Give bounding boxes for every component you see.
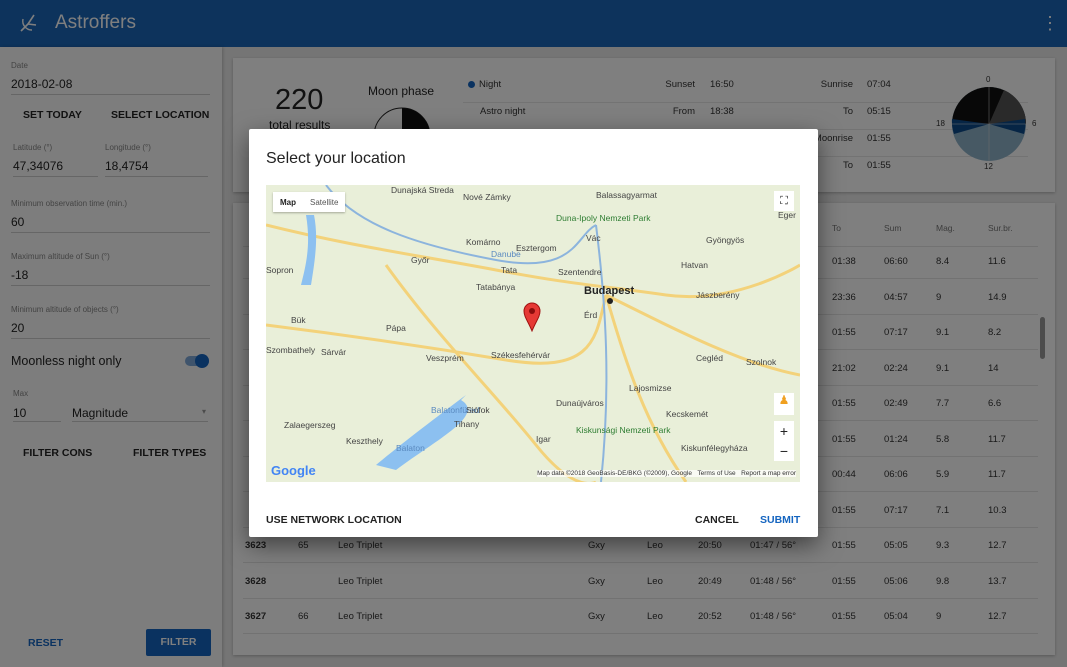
map-place-label: Nové Zámky	[463, 192, 511, 202]
map-place-label: Sárvár	[321, 347, 347, 357]
map-place-label: Szolnok	[746, 357, 777, 367]
map-place-label: Siófok	[466, 405, 490, 415]
map-place-label: Jászberény	[696, 290, 740, 300]
map-place-label: Tatabánya	[476, 282, 516, 292]
map-place-label: Érd	[584, 310, 598, 320]
map-place-label: Balaton	[396, 443, 425, 453]
map-place-label: Danube	[491, 249, 521, 259]
map-place-label: Igar	[536, 434, 551, 444]
fullscreen-icon[interactable]: ⛶	[774, 191, 794, 211]
attribution-text: Map data ©2018 GeoBasis-DE/BKG (©2009), …	[537, 470, 692, 477]
map-place-label: Szentendre	[558, 267, 602, 277]
map-place-label: Tata	[501, 265, 518, 275]
map-place-label: Cegléd	[696, 353, 723, 363]
map-place-label: Kecskemét	[666, 409, 709, 419]
terms-link[interactable]: Terms of Use	[697, 470, 735, 477]
map-place-label: Kiskunsági Nemzeti Park	[576, 425, 671, 435]
zoom-out-icon[interactable]: −	[774, 441, 794, 461]
map-place-label: Hatvan	[681, 260, 708, 270]
street-view-pegman-icon[interactable]: ♟	[774, 393, 794, 415]
select-location-dialog: Select your location Dunajská Streda Nové…	[249, 129, 818, 537]
map-place-label: Duna-Ipoly Nemzeti Park	[556, 213, 651, 223]
use-network-location-button[interactable]: USE NETWORK LOCATION	[266, 514, 402, 526]
map-type-control: Map Satellite	[273, 192, 346, 212]
map-type-satellite[interactable]: Satellite	[303, 198, 345, 207]
map-marker-icon[interactable]	[523, 302, 541, 332]
map-place-label: Kiskunfélegyháza	[681, 443, 748, 453]
map-place-label: Zalaegerszeg	[284, 420, 336, 430]
map-place-label: Esztergom	[516, 243, 557, 253]
map-place-label: Tihany	[454, 419, 480, 429]
zoom-in-icon[interactable]: +	[774, 421, 794, 441]
location-map[interactable]: Dunajská Streda Nové Zámky Balassagyarmat D…	[266, 185, 800, 482]
map-place-label: Eger	[778, 210, 796, 220]
map-place-label: Balassagyarmat	[596, 190, 657, 200]
map-place-label: Dunajská Streda	[391, 185, 454, 195]
map-place-label: Szombathely	[266, 345, 316, 355]
map-type-map[interactable]: Map	[273, 198, 303, 207]
map-place-label: Sopron	[266, 265, 294, 275]
map-place-label: Veszprém	[426, 353, 464, 363]
map-place-label: Dunaújváros	[556, 398, 604, 408]
map-place-label: Keszthely	[346, 436, 383, 446]
cancel-button[interactable]: CANCEL	[695, 514, 739, 526]
map-place-label: Székesfehérvár	[491, 350, 551, 360]
map-attribution: Map data ©2018 GeoBasis-DE/BKG (©2009), …	[537, 470, 796, 477]
google-logo: Google	[271, 463, 316, 478]
report-error-link[interactable]: Report a map error	[741, 470, 796, 477]
dialog-title: Select your location	[266, 150, 406, 167]
map-place-label: Pápa	[386, 323, 406, 333]
map-place-label: Komárno	[466, 237, 501, 247]
map-place-label: Budapest	[584, 285, 635, 297]
map-place-label: Vác	[586, 233, 601, 243]
map-place-label: Bük	[291, 315, 306, 325]
zoom-control: + −	[774, 421, 794, 461]
map-place-label: Gyöngyös	[706, 235, 745, 245]
map-place-label: Győr	[411, 255, 430, 265]
map-place-label: Lajosmizse	[629, 383, 672, 393]
submit-button[interactable]: SUBMIT	[760, 514, 800, 526]
